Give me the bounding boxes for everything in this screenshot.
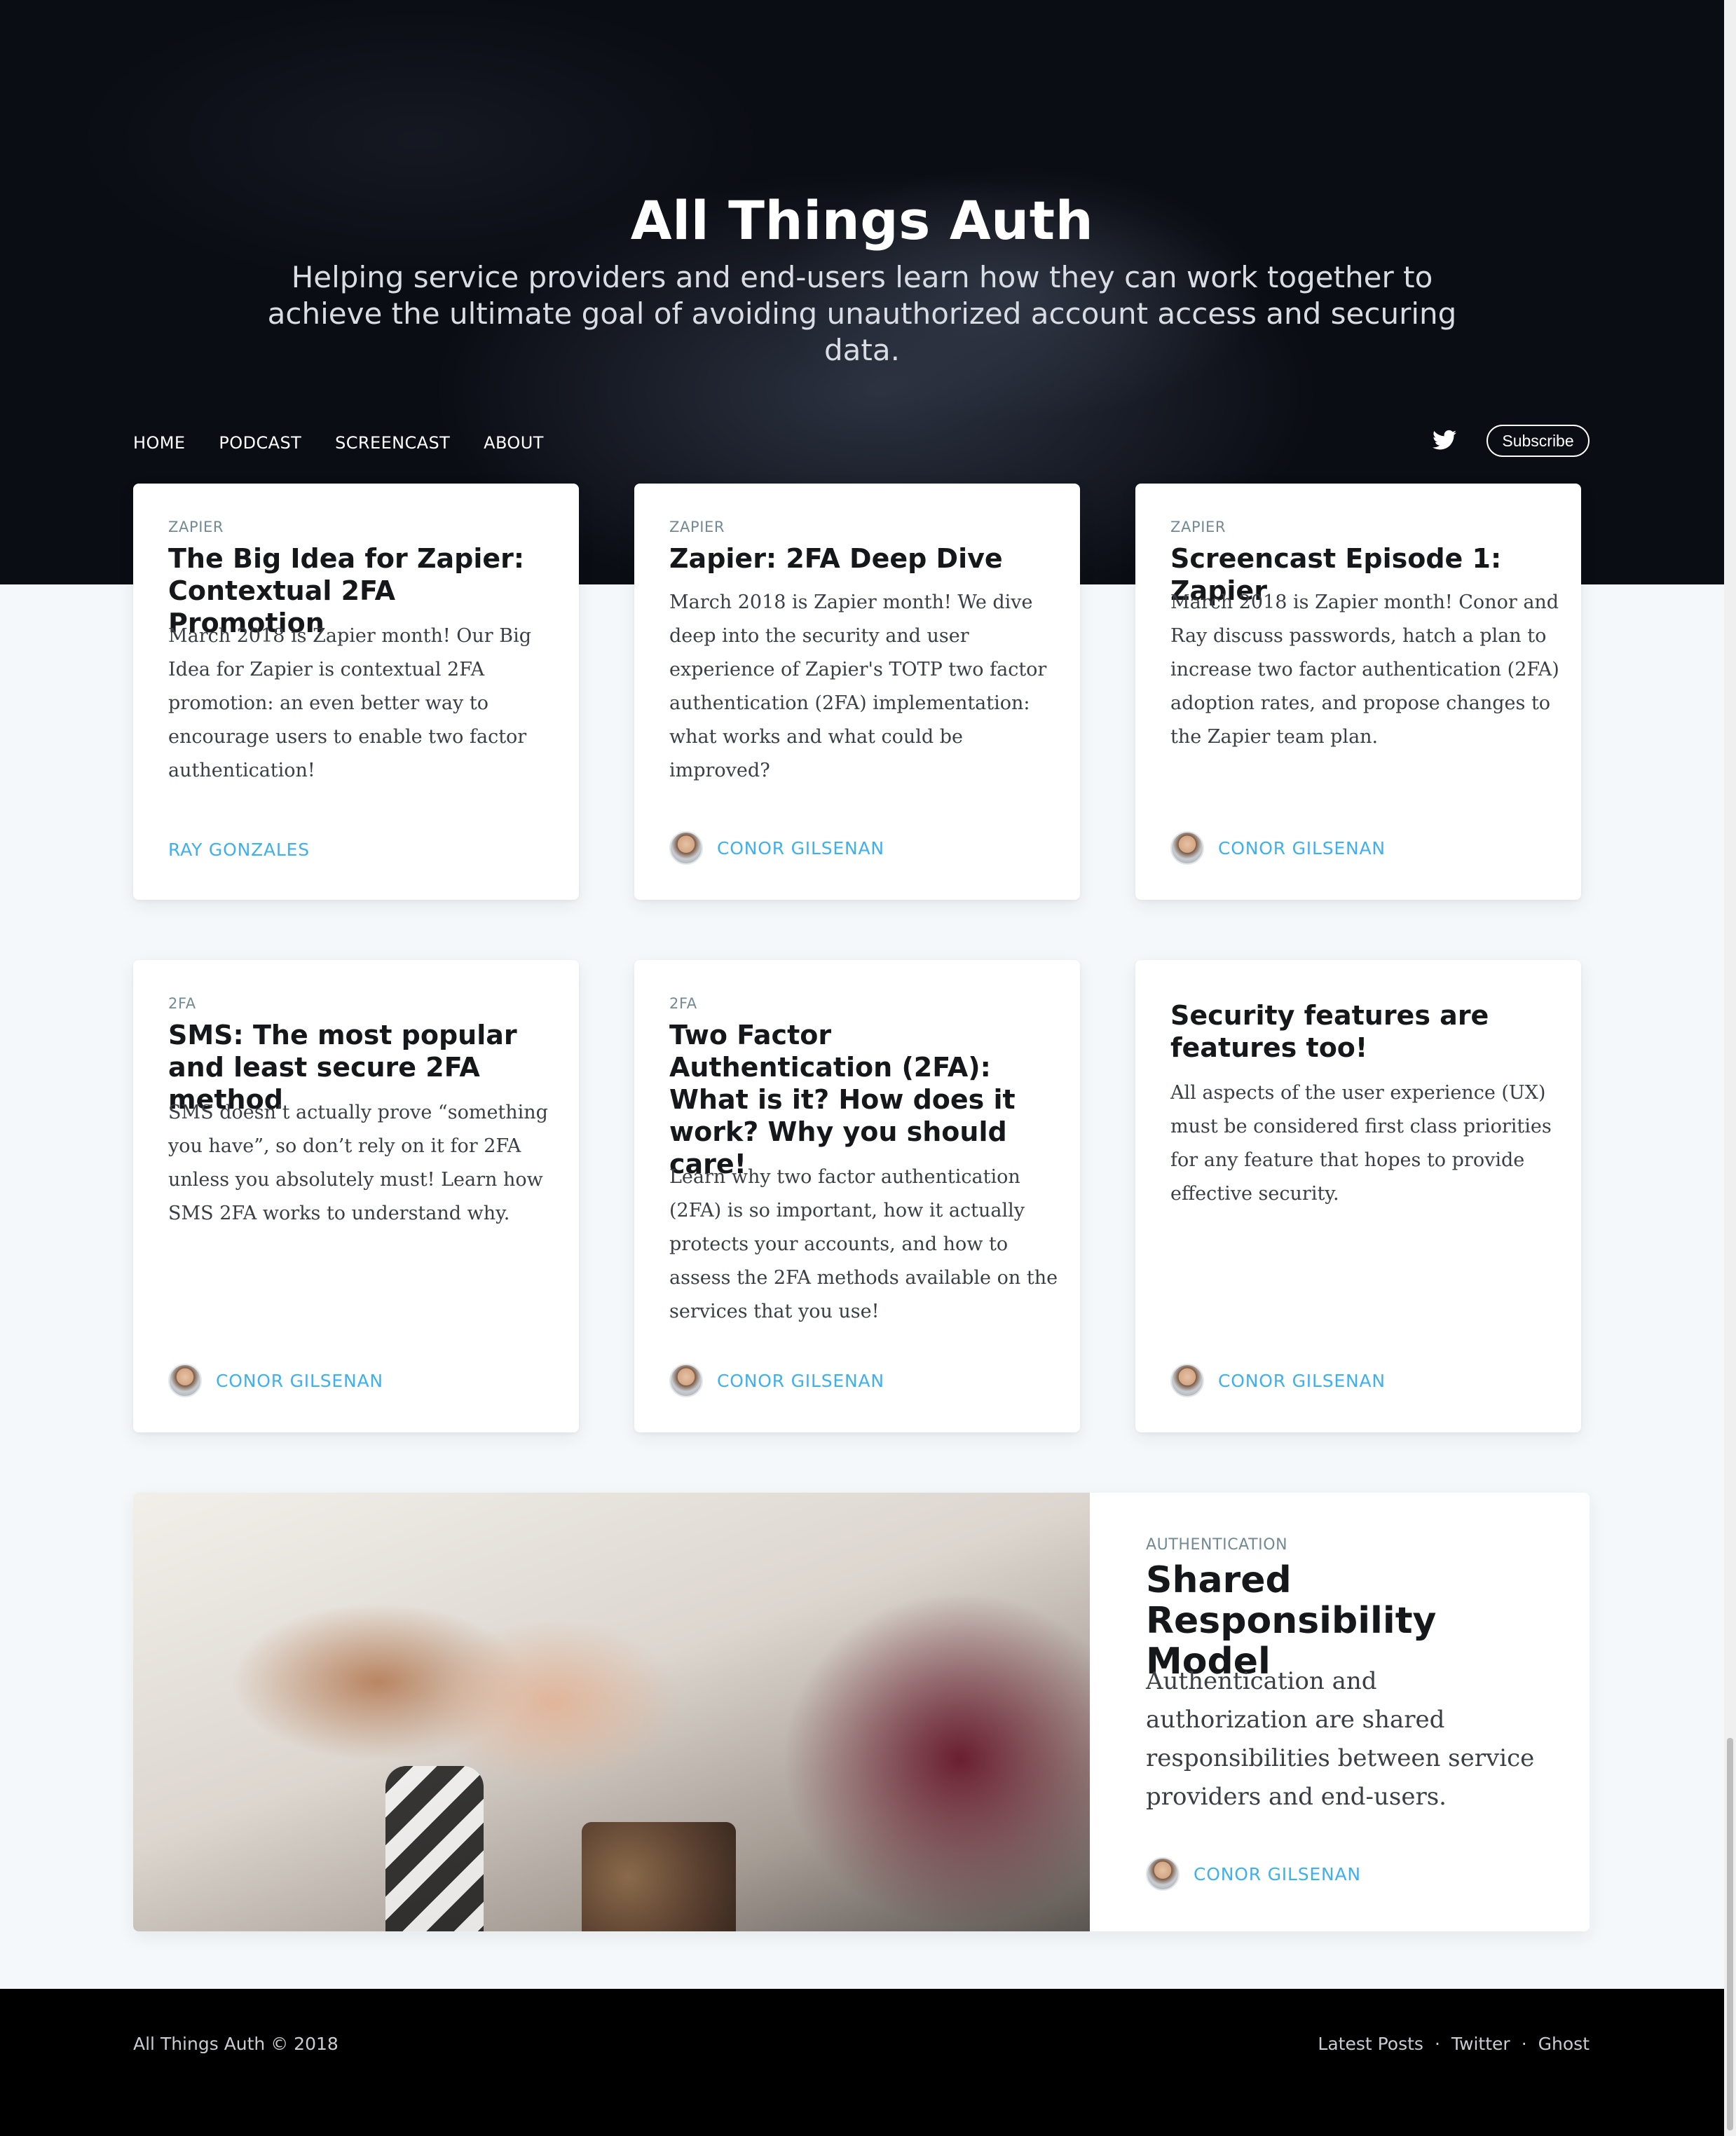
post-card[interactable]: 2FA Two Factor Authentication (2FA): Wha… xyxy=(634,960,1080,1432)
twitter-icon[interactable] xyxy=(1433,430,1456,451)
post-author[interactable]: CONOR GILSENAN xyxy=(168,1364,383,1397)
author-name[interactable]: CONOR GILSENAN xyxy=(1218,1371,1386,1391)
author-avatar[interactable] xyxy=(1170,1364,1204,1397)
author-name[interactable]: CONOR GILSENAN xyxy=(717,838,884,858)
post-title[interactable]: Zapier: 2FA Deep Dive xyxy=(669,542,1062,575)
bottle-illustration xyxy=(385,1766,484,1931)
nav-home[interactable]: HOME xyxy=(133,429,185,457)
author-name[interactable]: RAY GONZALES xyxy=(168,840,310,860)
post-tag[interactable]: 2FA xyxy=(669,995,697,1012)
footer-link-twitter[interactable]: Twitter xyxy=(1451,2034,1510,2054)
post-tag[interactable]: ZAPIER xyxy=(669,519,725,535)
post-excerpt[interactable]: March 2018 is Zapier month! Conor and Ra… xyxy=(1170,586,1563,754)
post-author[interactable]: CONOR GILSENAN xyxy=(1146,1857,1361,1891)
footer-copyright: All Things Auth © 2018 xyxy=(133,2034,339,2054)
author-avatar[interactable] xyxy=(1146,1857,1180,1891)
footer-link-latest-posts[interactable]: Latest Posts xyxy=(1318,2034,1423,2054)
post-card[interactable]: ZAPIER The Big Idea for Zapier: Contextu… xyxy=(133,484,579,900)
page: All Things Auth Helping service provider… xyxy=(0,0,1724,2136)
post-excerpt[interactable]: Learn why two factor authentication (2FA… xyxy=(669,1161,1062,1329)
nav-screencast[interactable]: SCREENCAST xyxy=(335,429,450,457)
jar-illustration xyxy=(582,1822,736,1931)
nav-podcast[interactable]: PODCAST xyxy=(219,429,301,457)
author-avatar[interactable] xyxy=(1170,831,1204,865)
footer-nav: Latest Posts · Twitter · Ghost xyxy=(1318,2034,1590,2054)
post-author[interactable]: RAY GONZALES xyxy=(168,840,310,860)
post-title[interactable]: Security features are features too! xyxy=(1170,999,1563,1064)
footer-separator: · xyxy=(1521,2034,1527,2054)
featured-post-card[interactable]: AUTHENTICATION Shared Responsibility Mod… xyxy=(133,1493,1590,1931)
post-excerpt[interactable]: Authentication and authorization are sha… xyxy=(1146,1662,1538,1816)
author-name[interactable]: CONOR GILSENAN xyxy=(1194,1864,1361,1884)
post-card[interactable]: 2FA SMS: The most popular and least secu… xyxy=(133,960,579,1432)
footer-separator: · xyxy=(1434,2034,1440,2054)
author-avatar[interactable] xyxy=(168,1364,202,1397)
post-tag[interactable]: ZAPIER xyxy=(168,519,224,535)
post-card[interactable]: ZAPIER Screencast Episode 1: Zapier Marc… xyxy=(1135,484,1581,900)
author-avatar[interactable] xyxy=(669,831,703,865)
scrollbar[interactable] xyxy=(1724,0,1736,2136)
post-excerpt[interactable]: All aspects of the user experience (UX) … xyxy=(1170,1076,1563,1211)
post-excerpt[interactable]: March 2018 is Zapier month! We dive deep… xyxy=(669,586,1062,788)
author-name[interactable]: CONOR GILSENAN xyxy=(216,1371,383,1391)
post-tag[interactable]: AUTHENTICATION xyxy=(1146,1536,1287,1554)
site-description: Helping service providers and end-users … xyxy=(267,260,1457,367)
subscribe-button[interactable]: Subscribe xyxy=(1486,425,1590,457)
scrollbar-thumb[interactable] xyxy=(1727,1738,1733,2130)
featured-post-image[interactable] xyxy=(133,1493,1090,1931)
main-nav: HOME PODCAST SCREENCAST ABOUT xyxy=(133,429,577,457)
post-author[interactable]: CONOR GILSENAN xyxy=(669,1364,884,1397)
post-excerpt[interactable]: March 2018 is Zapier month! Our Big Idea… xyxy=(168,619,561,788)
footer-link-ghost[interactable]: Ghost xyxy=(1538,2034,1590,2054)
post-author[interactable]: CONOR GILSENAN xyxy=(669,831,884,865)
post-card[interactable]: Security features are features too! All … xyxy=(1135,960,1581,1432)
post-card[interactable]: ZAPIER Zapier: 2FA Deep Dive March 2018 … xyxy=(634,484,1080,900)
site-title[interactable]: All Things Auth xyxy=(0,189,1724,252)
post-tag[interactable]: 2FA xyxy=(168,995,196,1012)
nav-about[interactable]: ABOUT xyxy=(484,429,544,457)
author-name[interactable]: CONOR GILSENAN xyxy=(1218,838,1386,858)
author-name[interactable]: CONOR GILSENAN xyxy=(717,1371,884,1391)
post-author[interactable]: CONOR GILSENAN xyxy=(1170,831,1386,865)
post-tag[interactable]: ZAPIER xyxy=(1170,519,1226,535)
post-excerpt[interactable]: SMS doesn’t actually prove “something yo… xyxy=(168,1096,561,1231)
author-avatar[interactable] xyxy=(669,1364,703,1397)
site-footer: All Things Auth © 2018 Latest Posts · Tw… xyxy=(0,1989,1724,2136)
post-author[interactable]: CONOR GILSENAN xyxy=(1170,1364,1386,1397)
post-title[interactable]: Two Factor Authentication (2FA): What is… xyxy=(669,1019,1062,1180)
